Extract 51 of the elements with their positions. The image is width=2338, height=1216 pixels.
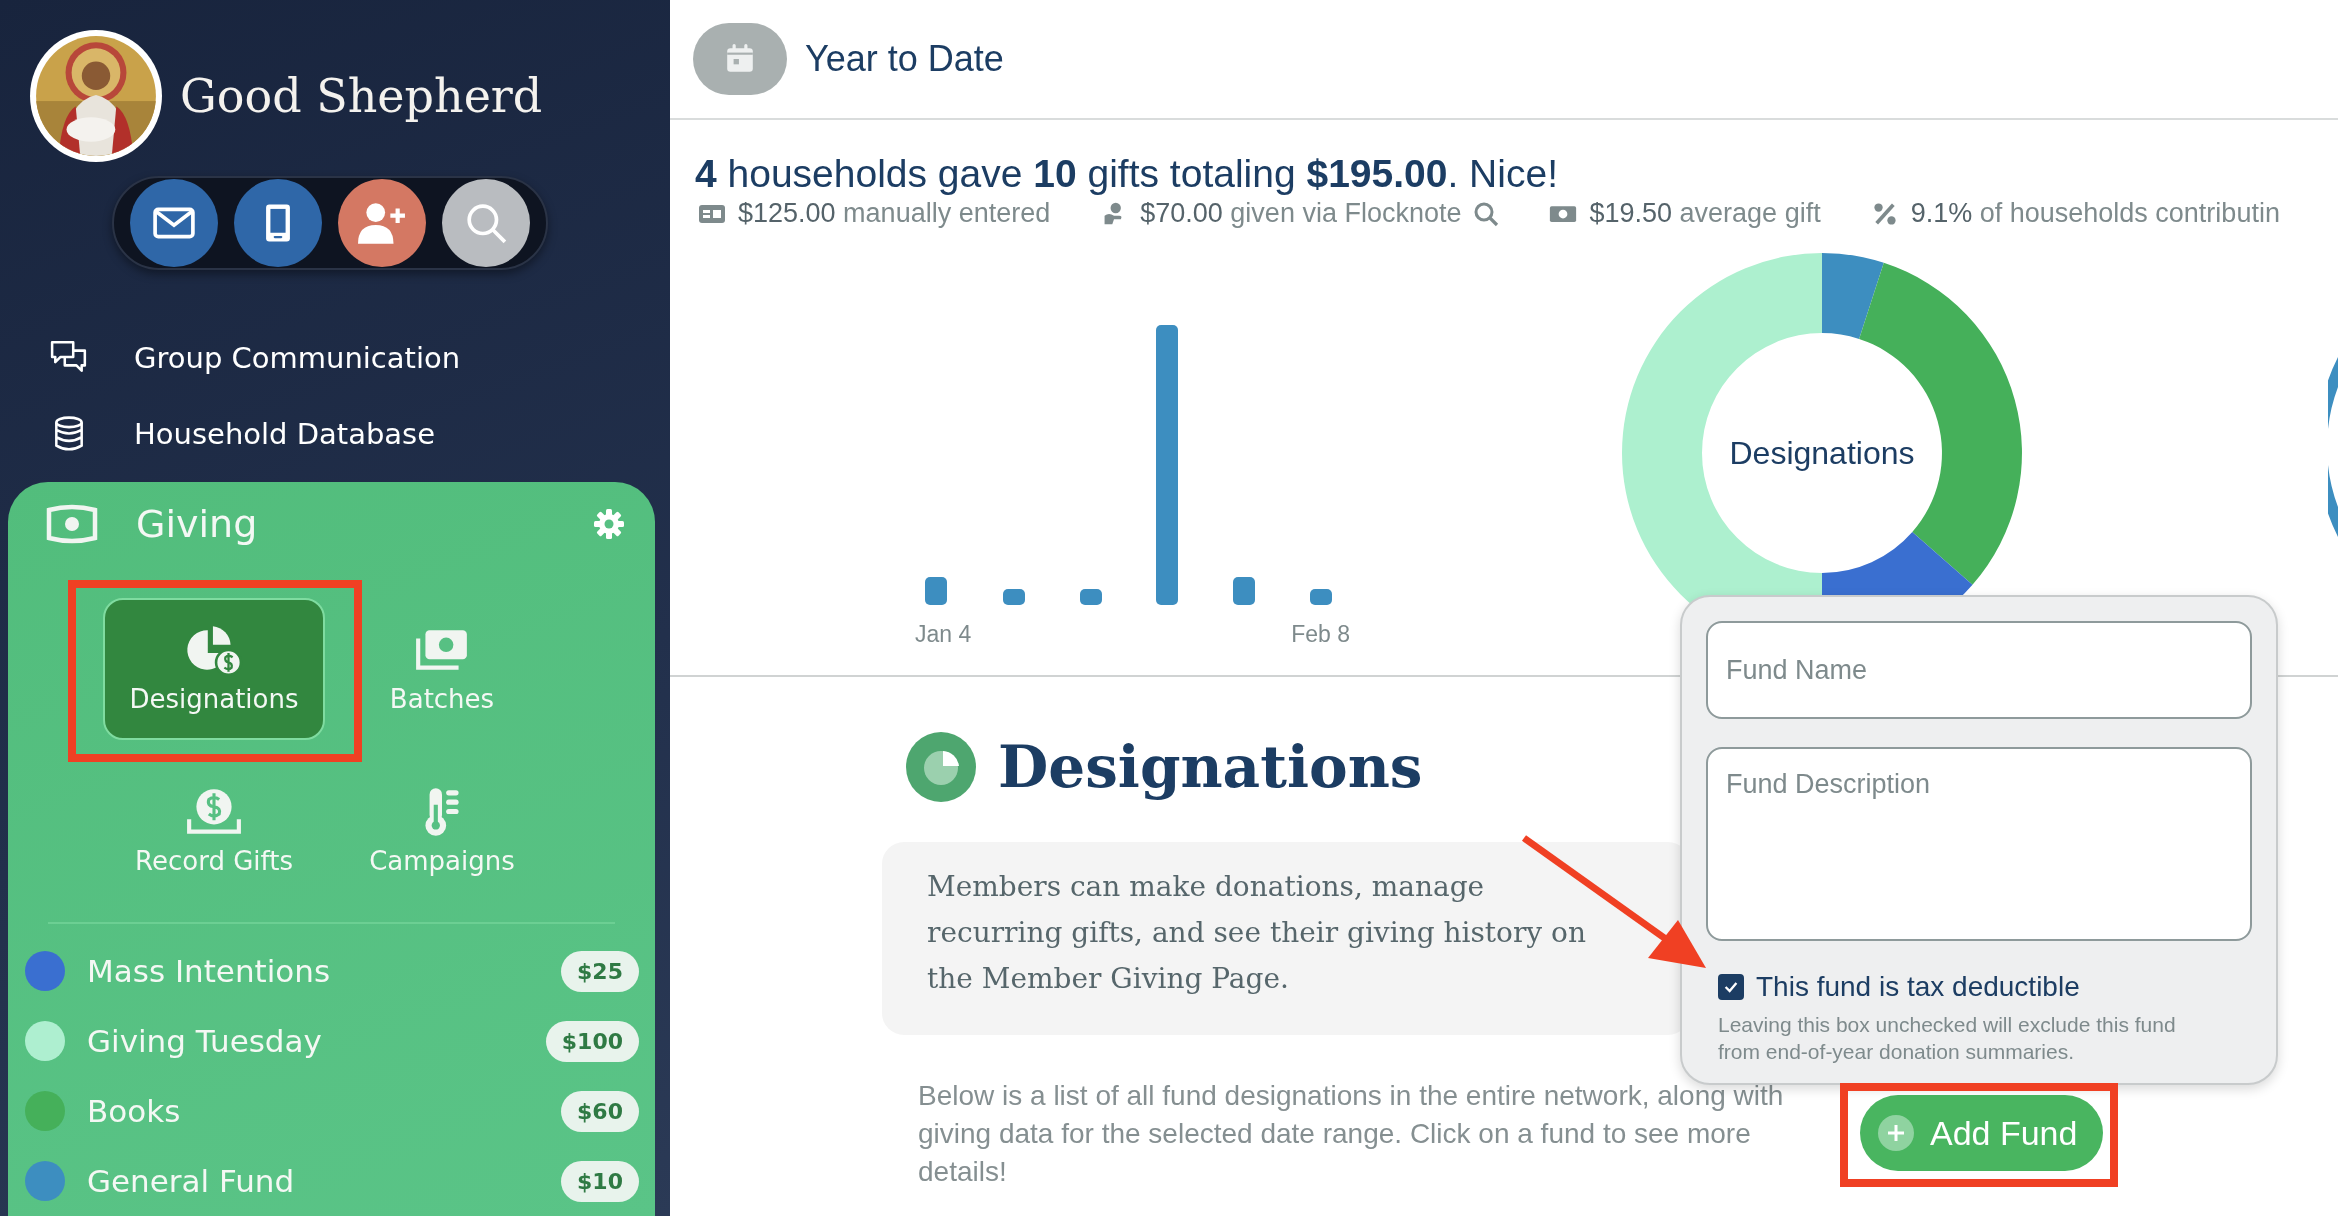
phone-icon — [265, 203, 291, 243]
fund-item[interactable]: Giving Tuesday $100 — [8, 1006, 655, 1076]
description-text: Below is a list of all fund designations in the entire network, along with giving data for the selected date range. Click on a fund to see more details! — [918, 1079, 1785, 1189]
add-fund-button[interactable]: Add Fund — [1860, 1095, 2104, 1171]
period-title: Year to Date — [805, 38, 1004, 80]
stat-text: $125.00 manually entered — [738, 198, 1051, 229]
fund-description-field[interactable]: Fund Description — [1706, 747, 2252, 941]
giving-tile[interactable]: Designations — [103, 598, 325, 740]
email-button[interactable] — [130, 179, 218, 267]
fund-item[interactable]: Books $60 — [8, 1076, 655, 1146]
fund-name: Giving Tuesday — [87, 1023, 323, 1059]
chart-bar — [1310, 589, 1332, 605]
help-text: Leaving this box unchecked will exclude this fund from end-of-year donation summaries. — [1718, 1012, 2177, 1065]
search-icon[interactable] — [1473, 200, 1500, 227]
axis-label: Jan 4 — [915, 621, 972, 648]
plus-icon — [1878, 1115, 1914, 1151]
search-icon — [465, 202, 507, 244]
nav-item[interactable]: Group Communication — [0, 320, 670, 396]
stat-text: $19.50 average gift — [1589, 198, 1821, 229]
search-button[interactable] — [442, 179, 530, 267]
calendar-icon — [724, 43, 756, 75]
chart-bar — [1080, 589, 1102, 605]
organization-name: Good Shepherd — [180, 69, 543, 123]
money-icon — [46, 504, 98, 544]
page-title: Designations — [998, 733, 1423, 801]
amount-badge: $25 — [561, 950, 639, 992]
chart-bar — [925, 577, 947, 605]
checkbox[interactable] — [1718, 974, 1744, 1000]
fund-item[interactable]: Mass Intentions $25 — [8, 936, 655, 1006]
nav-item[interactable]: Household Database — [0, 396, 670, 472]
fund-name-field[interactable]: Fund Name — [1706, 621, 2252, 719]
stat-text: 9.1% of households contributin — [1910, 198, 2280, 229]
fund-item[interactable]: General Fund $10 — [8, 1146, 655, 1216]
fund-name: General Fund — [87, 1163, 296, 1199]
chart-bar — [1233, 577, 1255, 605]
chart-bar — [1003, 589, 1025, 605]
add-person-icon — [358, 202, 406, 244]
amount-badge: $10 — [561, 1160, 639, 1202]
checkbox-label[interactable]: This fund is tax deductible — [1756, 971, 2080, 1003]
mail-icon — [153, 207, 195, 239]
amount-badge: $60 — [561, 1090, 639, 1132]
amount-badge: $100 — [545, 1020, 639, 1062]
fund-name: Books — [87, 1093, 182, 1129]
pie-chart-icon — [185, 624, 243, 676]
giving-summary: 4 households gave 10 gifts totaling $195.00. Nice! — [694, 151, 1559, 197]
pie-chart-icon — [906, 732, 976, 802]
section-title: Giving — [136, 502, 259, 546]
axis-label: Feb 8 — [1291, 621, 1350, 648]
fund-name: Mass Intentions — [87, 953, 332, 989]
donut-label: Designations — [1729, 434, 1915, 472]
stat-text: $70.00 given via Flocknote — [1140, 198, 1462, 229]
